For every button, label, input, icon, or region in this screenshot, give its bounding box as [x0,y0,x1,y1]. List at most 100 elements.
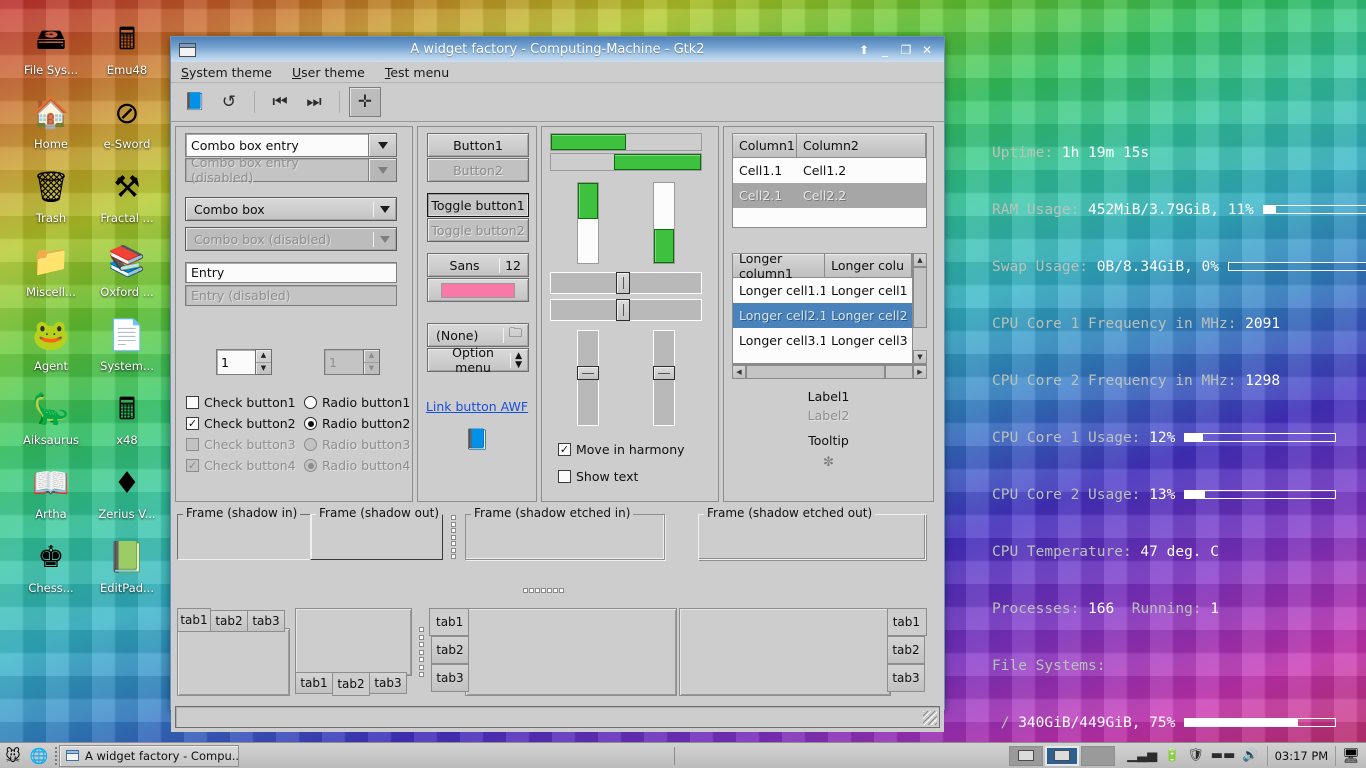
window-titlebar[interactable]: A widget factory - Computing-Machine - G… [171,37,944,62]
desktop-icon-drive-icon[interactable]: 🖴 File Sys... [14,18,88,88]
option-menu[interactable]: Option menu ▲ ▼ [427,345,529,375]
notebook-left-tab-2[interactable]: tab2 [431,636,469,664]
notebook-top-tab-1[interactable]: tab1 [177,608,211,632]
workspace-1[interactable] [1009,745,1044,766]
file-chooser-button[interactable]: (None) 🗀 [427,323,529,347]
notebook-left[interactable]: tab1 tab2 tab3 [429,608,677,696]
desktop-icon-esword-icon[interactable]: ⊘ e-Sword [90,92,164,162]
notebook-bottom-tab-1[interactable]: tab1 [295,672,333,694]
awf-window[interactable]: A widget factory - Computing-Machine - G… [170,36,945,732]
task-item[interactable]: A widget factory - Compu... [59,744,239,767]
panels-icon[interactable]: ▬▬ [1211,748,1236,763]
notebook-right-tab-2[interactable]: tab2 [887,636,925,664]
chevron-up-icon[interactable]: ▲ [256,350,271,363]
notebook-top-tab-2[interactable]: tab2 [210,610,248,632]
tree-view-2-header[interactable]: Longer column1 Longer colu [733,254,912,281]
desktop-icon-calculator-x48-icon[interactable]: 🖩 x48 [90,388,164,458]
checkbox-icon[interactable]: ✓ [186,417,199,430]
menu-item-1[interactable]: User theme [290,64,367,81]
v-scale-2[interactable] [653,330,675,426]
shield-icon[interactable]: 🛡 [1187,748,1204,763]
menu-item-2[interactable]: Test menu [383,64,451,81]
spin-button[interactable]: 1 ▲ ▼ [216,349,272,375]
tree-view-2-scrollwindow[interactable]: Longer column1 Longer colu Longer cell1.1… [732,253,927,379]
desktop-icon-agent-icon[interactable]: 🐸 Agent [14,314,88,384]
checkbox-icon[interactable] [186,396,199,409]
combo-box-entry[interactable]: Combo box entry [185,133,397,157]
desktop-icon-chess-portrait-icon[interactable]: ♚ Chess... [14,536,88,606]
toolbar-last-icon[interactable]: ⏭ [298,87,330,117]
notebook-left-tab-1[interactable]: tab1 [429,608,469,636]
toolbar-open-file-icon[interactable]: 📘 [179,87,211,117]
entry-input[interactable]: Entry [185,262,397,283]
desktop-icon-open-book-icon[interactable]: 📖 Artha [14,462,88,532]
clock[interactable]: 03:17 PM [1266,745,1337,766]
paned-handle-vertical-2[interactable] [420,628,423,676]
radio-button-1[interactable]: Radio button1 [304,395,410,410]
desktop-icon-folder-icon[interactable]: 📁 Miscell... [14,240,88,310]
desktop-icon-dinosaur-icon[interactable]: 🦕 Aiksaurus [14,388,88,458]
tooltip-label[interactable]: Tooltip [724,433,933,448]
paned-handle-vertical[interactable] [452,516,455,558]
combo-box[interactable]: Combo box [185,197,397,221]
taskbar[interactable]: 🐭 🌐 A widget factory - Compu... ▁▃▅ 🔋 🛡 ▬▬ 🔊 … [0,742,1366,768]
notebook-top-tab-3[interactable]: tab3 [247,610,285,632]
toolbar[interactable]: 📘 ↺ ⏮ ⏭ ✛ [171,83,944,122]
notebook-bottom[interactable]: tab1 tab2 tab3 [295,608,412,696]
scroll-left-icon[interactable]: ◀ [732,365,746,379]
desktop-icon-calculator-icon[interactable]: 🖩 Emu48 [90,18,164,88]
check-button-2[interactable]: ✓ Check button2 [186,416,296,431]
combo-box-entry-input[interactable]: Combo box entry [185,133,369,157]
workspace-pager[interactable] [1005,745,1119,766]
desktop-icon-waveform-icon[interactable]: ♦ Zerius V... [90,462,164,532]
notebook-right-tab-1[interactable]: tab1 [887,608,927,636]
radio-button-2[interactable]: Radio button2 [304,416,410,431]
button1[interactable]: Button1 [427,133,529,157]
radio-icon[interactable] [304,396,317,409]
desktop-icon-notepad-icon[interactable]: 📗 EditPad... [90,536,164,606]
scroll-right-icon[interactable]: ▶ [913,365,927,379]
web-browser-icon[interactable]: 🌐 [26,744,52,768]
tree-view-1-body[interactable]: Cell1.1 Cell1.2 Cell2.1 Cell2.2 [733,158,926,208]
scrollbar-thumb[interactable] [913,267,927,328]
notebook-right[interactable]: tab1 tab2 tab3 [679,608,927,696]
minimize-button[interactable]: _ [878,43,892,57]
checkbox-icon[interactable] [558,470,571,483]
table-row[interactable]: Cell2.1 Cell2.2 [733,183,926,208]
close-button[interactable]: ✕ [920,43,934,57]
lock-screen-icon[interactable]: 🖥 [1336,748,1366,764]
paned-handle-horizontal[interactable] [524,589,568,592]
show-text-checkbox[interactable]: Show text [558,469,638,484]
tree-view-1-header[interactable]: Column1 Column2 [733,134,926,158]
workspace-3[interactable] [1081,745,1116,766]
toolbar-undo-icon[interactable]: ↺ [213,87,245,117]
font-button[interactable]: Sans 12 [427,253,529,277]
task-list[interactable]: A widget factory - Compu... [59,744,1005,767]
signal-bars-icon[interactable]: ▁▃▅ [1127,748,1157,763]
move-in-harmony-checkbox[interactable]: ✓ Move in harmony [558,442,685,457]
window-menu-icon[interactable] [179,42,196,57]
notebook-top[interactable]: tab1 tab2 tab3 [177,608,290,696]
notebook-left-tab-3[interactable]: tab3 [431,664,469,692]
notebook-bottom-tab-2[interactable]: tab2 [332,672,370,696]
battery-icon[interactable]: 🔋 [1164,748,1180,763]
table-row[interactable]: Cell1.1 Cell1.2 [733,158,926,183]
chevron-down-icon[interactable]: ▼ [256,363,271,375]
resize-grip[interactable] [923,711,937,725]
toggle-button1[interactable]: Toggle button1 [427,193,529,217]
maximize-button[interactable]: ❐ [899,43,913,57]
radio-icon[interactable] [304,417,317,430]
scroll-up-icon[interactable]: ▲ [913,253,927,267]
system-tray[interactable]: ▁▃▅ 🔋 🛡 ▬▬ 🔊 [1119,748,1266,763]
table-row[interactable]: Longer cell3.1 Longer cell3 [733,328,912,353]
menu-item-0[interactable]: System theme [179,64,274,81]
v-scale-1[interactable] [577,330,599,426]
table-row[interactable]: Longer cell2.1 Longer cell2 [733,303,912,328]
vertical-scrollbar[interactable]: ▲ ▼ [912,253,927,364]
desktop-icon-trash-icon[interactable]: 🗑 Trash [14,166,88,236]
tree-view-1-header-1[interactable]: Column1 [733,134,797,158]
tree-view-2-body[interactable]: Longer cell1.1 Longer cell1 Longer cell2.1… [733,278,912,353]
notebook-bottom-tab-3[interactable]: tab3 [369,672,407,694]
checkbox-icon[interactable]: ✓ [558,443,571,456]
table-row[interactable]: Longer cell1.1 Longer cell1 [733,278,912,303]
